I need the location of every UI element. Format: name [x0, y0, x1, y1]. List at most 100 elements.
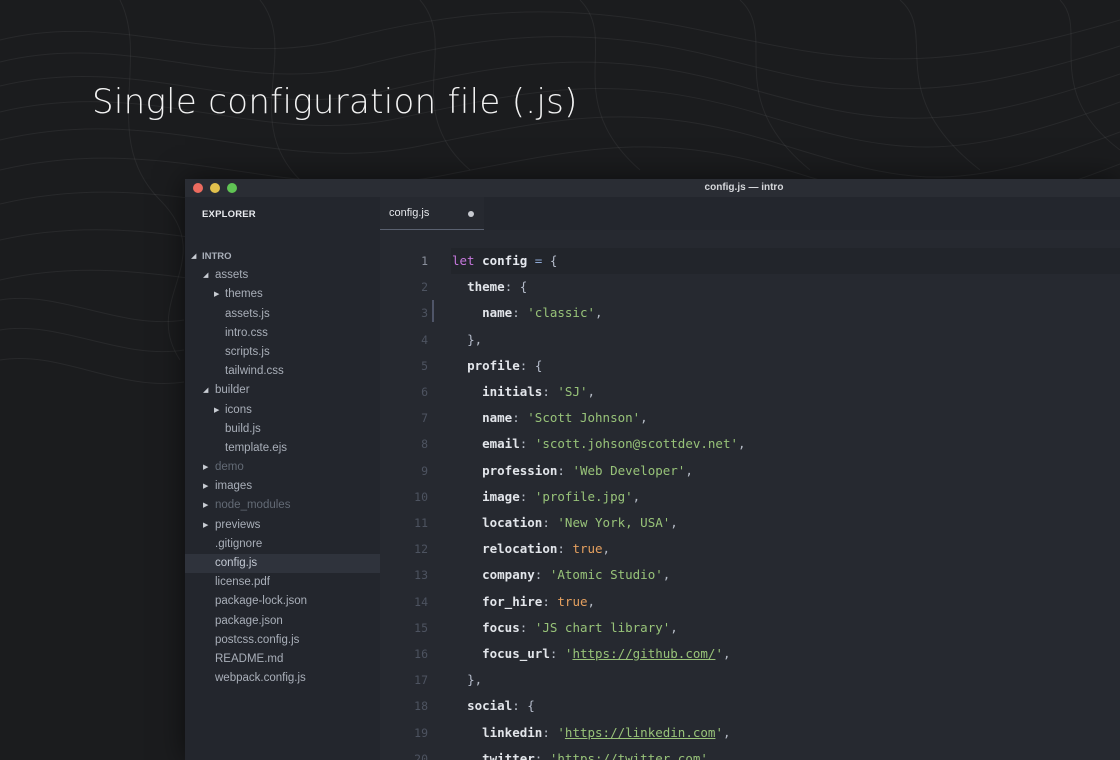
tree-file-item[interactable]: package.json — [185, 612, 380, 631]
code-token[interactable]: https://twitter.com — [557, 751, 700, 760]
tree-item-label: scripts.js — [225, 345, 270, 358]
code-line[interactable]: 7 name: 'Scott Johnson', — [380, 405, 1120, 431]
tree-item-label: package-lock.json — [215, 595, 308, 608]
tree-folder-item[interactable]: ◢ INTRO — [185, 247, 380, 266]
line-number: 5 — [421, 358, 428, 373]
tree-folder-item[interactable]: ▶ node_modules — [185, 496, 380, 515]
tree-folder-item[interactable]: ▶ icons — [185, 401, 380, 420]
code-text: }, — [452, 667, 482, 693]
code-text: theme: { — [452, 274, 527, 300]
code-line[interactable]: 4 }, — [380, 327, 1120, 353]
caret-right-icon[interactable]: ▶ — [203, 477, 208, 496]
tree-file-item[interactable]: tailwind.css — [185, 362, 380, 381]
tree-folder-item[interactable]: ▶ images — [185, 477, 380, 496]
code-token: company — [482, 567, 535, 583]
code-line[interactable]: 2 theme: { — [380, 274, 1120, 300]
code-line[interactable]: 20 twitter: 'https://twitter.com', — [380, 746, 1120, 760]
tree-item-label: build.js — [225, 422, 261, 435]
unsaved-changes-dot-icon[interactable] — [468, 211, 474, 217]
tree-file-item[interactable]: README.md — [185, 650, 380, 669]
line-number: 8 — [421, 437, 428, 452]
tree-file-item[interactable]: intro.css — [185, 324, 380, 343]
code-line[interactable]: 11 location: 'New York, USA', — [380, 510, 1120, 536]
caret-right-icon[interactable]: ▶ — [203, 516, 208, 535]
caret-down-icon[interactable]: ◢ — [203, 381, 208, 400]
tree-file-item[interactable]: config.js — [185, 554, 380, 574]
tree-file-item[interactable]: .gitignore — [185, 535, 380, 554]
tree-folder-item[interactable]: ◢ builder — [185, 381, 380, 400]
line-number: 4 — [421, 332, 428, 347]
code-token: profile — [467, 357, 520, 373]
tab-config-js[interactable]: config.js — [380, 197, 484, 230]
code-token: , — [722, 646, 731, 661]
code-token: , — [670, 619, 678, 635]
code-line[interactable]: 17 }, — [380, 667, 1120, 693]
code-line[interactable]: 14 for_hire: true, — [380, 589, 1120, 615]
code-token[interactable]: https://github.com/ — [572, 646, 715, 661]
tree-file-item[interactable]: assets.js — [185, 305, 380, 324]
page-headline: Single configuration file (.js) — [92, 82, 578, 122]
code-line[interactable]: 9 profession: 'Web Developer', — [380, 458, 1120, 484]
code-token: : — [557, 541, 565, 557]
code-text: name: 'Scott Johnson', — [452, 405, 648, 431]
code-line[interactable]: 3 name: 'classic', — [380, 300, 1120, 326]
tree-file-item[interactable]: template.ejs — [185, 439, 380, 458]
code-line[interactable]: 5 profile: { — [380, 353, 1120, 379]
caret-down-icon[interactable]: ◢ — [191, 247, 196, 266]
code-token: twitter — [482, 750, 535, 760]
line-number: 12 — [414, 542, 428, 557]
tree-item-label: previews — [215, 518, 261, 531]
caret-right-icon[interactable]: ▶ — [203, 458, 208, 477]
line-number: 20 — [414, 751, 428, 760]
code-token[interactable]: https://linkedin.com — [565, 725, 716, 740]
code-text: social: { — [452, 693, 535, 719]
code-token: 'Web Developer' — [572, 462, 686, 478]
code-line[interactable]: 15 focus: 'JS chart library', — [380, 615, 1120, 641]
code-line[interactable]: 10 image: 'profile.jpg', — [380, 484, 1120, 510]
code-token: , — [595, 305, 603, 321]
tree-file-item[interactable]: license.pdf — [185, 573, 380, 592]
tree-item-label: demo — [215, 461, 244, 474]
code-line[interactable]: 13 company: 'Atomic Studio', — [380, 562, 1120, 588]
tree-folder-item[interactable]: ▶ themes — [185, 285, 380, 304]
tree-item-label: assets — [215, 269, 249, 282]
caret-down-icon[interactable]: ◢ — [203, 266, 208, 285]
caret-right-icon[interactable]: ▶ — [214, 285, 219, 304]
code-token: location — [482, 515, 543, 530]
code-line[interactable]: 6 initials: 'SJ', — [380, 379, 1120, 405]
tree-file-item[interactable]: package-lock.json — [185, 592, 380, 611]
tree-folder-item[interactable]: ▶ demo — [185, 458, 380, 477]
code-text: focus: 'JS chart library', — [452, 615, 678, 641]
code-line[interactable]: 12 relocation: true, — [380, 536, 1120, 562]
code-text: name: 'classic', — [452, 300, 603, 326]
caret-right-icon[interactable]: ▶ — [214, 401, 219, 420]
tree-file-item[interactable]: postcss.config.js — [185, 631, 380, 650]
code-token: ' — [557, 724, 565, 740]
title-bar: config.js — intro — [185, 179, 1120, 197]
caret-right-icon[interactable]: ▶ — [203, 496, 208, 515]
tree-folder-item[interactable]: ▶ previews — [185, 516, 380, 535]
line-number: 18 — [414, 699, 428, 714]
tree-folder-item[interactable]: ◢ assets — [185, 266, 380, 285]
line-number: 11 — [414, 516, 428, 530]
code-editor[interactable]: config.js 1 let config = {2 theme: {3 nam… — [380, 197, 1120, 760]
tree-file-item[interactable]: webpack.config.js — [185, 669, 380, 688]
tree-file-item[interactable]: scripts.js — [185, 343, 380, 362]
line-number: 2 — [421, 280, 428, 295]
code-token: , — [587, 384, 596, 399]
code-line[interactable]: 18 social: { — [380, 693, 1120, 719]
tree-item-label: icons — [225, 403, 252, 416]
code-line[interactable]: 8 email: 'scott.johson@scottdev.net', — [380, 431, 1120, 457]
code-line[interactable]: 1 let config = { — [380, 248, 1120, 274]
code-line[interactable]: 16 focus_url: 'https://github.com/', — [380, 641, 1120, 667]
code-text: relocation: true, — [452, 536, 610, 562]
code-line[interactable]: 19 linkedin: 'https://linkedin.com', — [380, 720, 1120, 746]
tree-file-item[interactable]: build.js — [185, 420, 380, 439]
